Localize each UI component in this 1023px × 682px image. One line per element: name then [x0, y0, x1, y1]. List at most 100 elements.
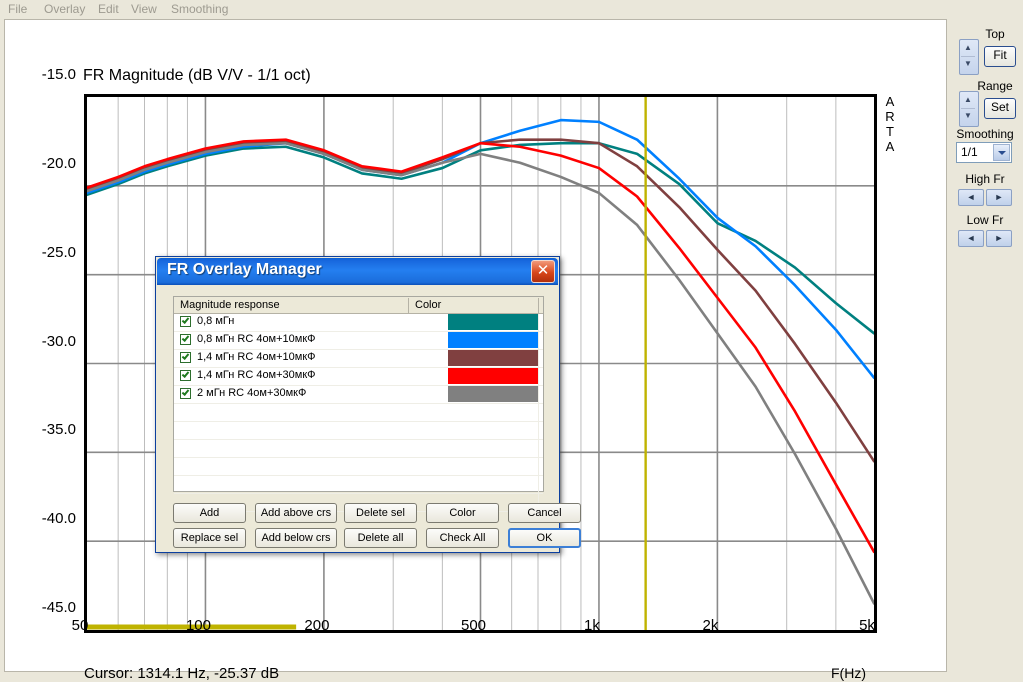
range-set-button[interactable]: Set — [984, 98, 1016, 119]
overlay-list-empty-row[interactable] — [174, 458, 543, 476]
top-spinner-up-arrow[interactable]: ▲ — [960, 40, 976, 56]
overlay-list-empty-row[interactable] — [174, 476, 543, 494]
x-tick-label: 500 — [460, 617, 487, 634]
close-icon[interactable]: ✕ — [531, 260, 555, 283]
row-divider — [538, 314, 539, 331]
y-tick-label: -45.0 — [41, 599, 76, 616]
low-fr-label: Low Fr — [966, 213, 1004, 227]
overlay-list-row[interactable]: 0,8 мГн RC 4ом+10мкФ — [174, 332, 543, 350]
smoothing-select[interactable]: 1/1 — [956, 142, 1012, 163]
delete-sel-button[interactable]: Delete sel — [344, 503, 417, 523]
row-checkbox[interactable] — [180, 388, 191, 399]
replace-sel-button[interactable]: Replace sel — [173, 528, 246, 548]
menu-item-overlay[interactable]: Overlay — [44, 1, 85, 17]
menu-item-file[interactable]: File — [8, 1, 27, 17]
row-color-swatch[interactable] — [448, 386, 538, 402]
row-color-swatch[interactable] — [448, 314, 538, 330]
header-divider-2 — [538, 298, 539, 313]
row-checkbox[interactable] — [180, 370, 191, 381]
add-above-crs-button[interactable]: Add above crs — [255, 503, 337, 523]
row-divider — [538, 458, 539, 475]
row-color-swatch[interactable] — [448, 350, 538, 366]
side-control-panel: Top ▲ ▼ Fit Range ▲ ▼ Set Smoothing 1/1 … — [951, 19, 1019, 670]
high-fr-right-arrow-icon[interactable]: ► — [986, 189, 1012, 206]
low-fr-right-arrow-icon[interactable]: ► — [986, 230, 1012, 247]
top-spinner[interactable]: ▲ ▼ — [959, 39, 979, 75]
fr-overlay-manager-dialog: FR Overlay Manager ✕ Magnitude response … — [155, 256, 581, 553]
y-tick-label: -30.0 — [41, 332, 76, 350]
high-fr-label: High Fr — [965, 172, 1005, 186]
x-tick-label: 2k — [702, 617, 719, 634]
x-axis-label: F(Hz) — [831, 665, 866, 681]
x-tick-label: 1k — [584, 617, 600, 634]
row-checkbox[interactable] — [180, 352, 191, 363]
add-below-crs-button[interactable]: Add below crs — [255, 528, 337, 548]
row-divider — [538, 440, 539, 457]
ok-button[interactable]: OK — [508, 528, 581, 548]
row-divider — [538, 386, 539, 403]
top-label: Top — [985, 27, 1005, 41]
row-name-label: 0,8 мГн — [197, 315, 235, 327]
row-checkbox[interactable] — [180, 316, 191, 327]
overlay-list-empty-row[interactable] — [174, 440, 543, 458]
range-spinner-down-arrow[interactable]: ▼ — [960, 108, 976, 124]
x-tick-label: 5k — [859, 617, 875, 634]
row-color-swatch[interactable] — [448, 368, 538, 384]
top-fit-button[interactable]: Fit — [984, 46, 1016, 67]
row-divider — [538, 350, 539, 367]
chart-title: FR Magnitude (dB V/V - 1/1 oct) — [83, 67, 311, 84]
range-spinner[interactable]: ▲ ▼ — [959, 91, 979, 127]
menu-item-smoothing[interactable]: Smoothing — [171, 1, 228, 17]
x-tick-label: 200 — [304, 617, 330, 634]
menu-item-edit[interactable]: Edit — [98, 1, 119, 17]
cancel-button[interactable]: Cancel — [508, 503, 581, 523]
top-spinner-down-arrow[interactable]: ▼ — [960, 56, 976, 72]
arta-letter-r: R — [885, 109, 895, 124]
overlay-list-empty-row[interactable] — [174, 404, 543, 422]
x-tick-label: 50 — [71, 617, 89, 634]
column-header-color: Color — [415, 299, 442, 311]
row-divider — [538, 368, 539, 385]
overlay-list-empty-row[interactable] — [174, 422, 543, 440]
overlay-list-row[interactable]: 1,4 мГн RC 4ом+10мкФ — [174, 350, 543, 368]
delete-all-button[interactable]: Delete all — [344, 528, 417, 548]
y-tick-label: -40.0 — [41, 510, 76, 528]
high-fr-arrows: ◄ ► — [958, 189, 1012, 206]
row-color-swatch[interactable] — [448, 332, 538, 348]
overlay-list-row[interactable]: 0,8 мГн — [174, 314, 543, 332]
overlay-list[interactable]: Magnitude response Color 0,8 мГн 0,8 мГн … — [173, 296, 544, 512]
y-tick-label: -25.0 — [41, 243, 76, 261]
row-name-label: 2 мГн RC 4ом+30мкФ — [197, 387, 307, 399]
range-spinner-up-arrow[interactable]: ▲ — [960, 92, 976, 108]
row-name-label: 1,4 мГн RC 4ом+30мкФ — [197, 369, 316, 381]
overlay-list-row[interactable]: 2 мГн RC 4ом+30мкФ — [174, 386, 543, 404]
arta-letter-a1: A — [885, 94, 895, 109]
low-fr-arrows: ◄ ► — [958, 230, 1012, 247]
menu-item-view[interactable]: View — [131, 1, 157, 17]
row-divider — [538, 404, 539, 421]
smoothing-label: Smoothing — [956, 127, 1014, 141]
overlay-list-header: Magnitude response Color — [174, 297, 543, 314]
arta-window: File Overlay Edit View Smoothing FR Magn… — [0, 0, 1023, 682]
menu-bar: File Overlay Edit View Smoothing — [0, 0, 1023, 18]
row-checkbox[interactable] — [180, 334, 191, 345]
row-divider — [538, 332, 539, 349]
arta-letter-t: T — [886, 124, 894, 139]
y-tick-label: -35.0 — [41, 421, 76, 439]
add-button[interactable]: Add — [173, 503, 246, 523]
overlay-list-row[interactable]: 1,4 мГн RC 4ом+30мкФ — [174, 368, 543, 386]
color-button[interactable]: Color — [426, 503, 499, 523]
dialog-title-bar[interactable]: FR Overlay Manager ✕ — [157, 258, 558, 285]
cursor-readout: Cursor: 1314.1 Hz, -25.37 dB — [84, 665, 280, 682]
smoothing-value: 1/1 — [961, 145, 978, 159]
chevron-down-icon[interactable] — [993, 144, 1010, 161]
check-all-button[interactable]: Check All — [426, 528, 499, 548]
arta-watermark: A R T A — [882, 94, 898, 154]
row-divider — [538, 422, 539, 439]
dialog-title: FR Overlay Manager — [167, 261, 322, 278]
low-fr-left-arrow-icon[interactable]: ◄ — [958, 230, 984, 247]
column-header-name: Magnitude response — [180, 299, 280, 311]
row-name-label: 0,8 мГн RC 4ом+10мкФ — [197, 333, 316, 345]
row-divider — [538, 476, 539, 493]
high-fr-left-arrow-icon[interactable]: ◄ — [958, 189, 984, 206]
